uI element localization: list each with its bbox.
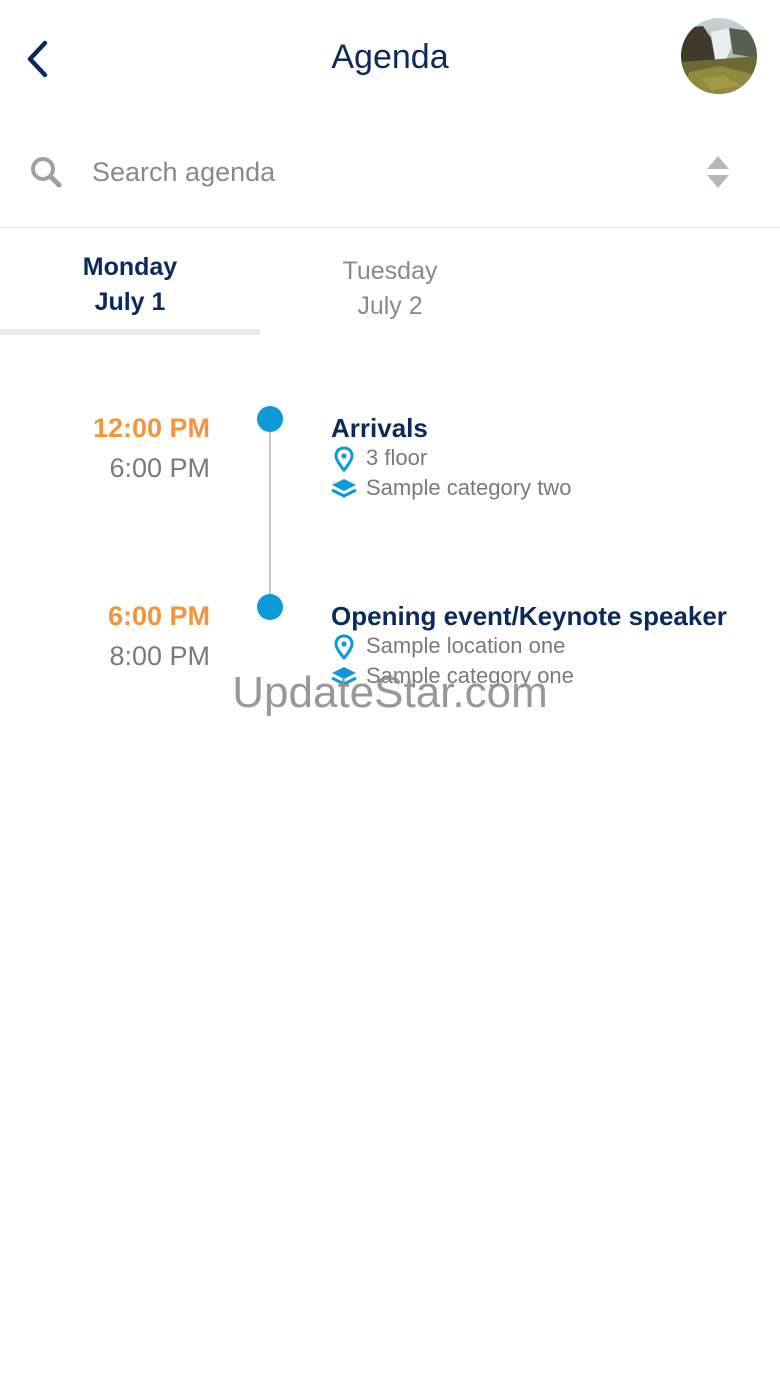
- day-tabs: Monday July 1 Tuesday July 2: [0, 228, 780, 338]
- search-bar: [0, 128, 780, 228]
- timeline-dot: [257, 594, 283, 620]
- tab-monday[interactable]: Monday July 1: [0, 228, 260, 336]
- tab-date-label: July 1: [94, 288, 166, 316]
- tab-day-label: Monday: [82, 253, 178, 281]
- start-time: 12:00 PM: [92, 413, 210, 443]
- avatar-image: [681, 18, 757, 94]
- watermark: UpdateStar.com: [232, 668, 548, 717]
- tab-day-label: Tuesday: [342, 257, 438, 285]
- header: Agenda: [0, 0, 780, 120]
- layers-icon: [331, 479, 357, 498]
- search-icon: [31, 157, 62, 188]
- agenda-item-arrivals[interactable]: 12:00 PM 6:00 PM Arrivals 3 floor Sample…: [0, 406, 780, 553]
- agenda-screen: Agenda Search agenda Monday July 1 Tuesd…: [0, 0, 780, 1387]
- avatar[interactable]: [681, 18, 757, 94]
- tab-tuesday[interactable]: Tuesday July 2: [260, 228, 520, 336]
- search-input[interactable]: [92, 148, 652, 196]
- active-tab-indicator: [0, 329, 260, 335]
- timeline-dot: [257, 406, 283, 432]
- event-title: Arrivals: [331, 413, 428, 443]
- start-time: 6:00 PM: [107, 601, 210, 631]
- location-pin-icon: [334, 634, 354, 660]
- sort-icon[interactable]: [702, 152, 734, 192]
- category-text: Sample category two: [366, 475, 572, 500]
- location-text: 3 floor: [366, 445, 428, 470]
- location-pin-icon: [334, 446, 354, 472]
- page-title: Agenda: [331, 38, 449, 76]
- event-title: Opening event/Keynote speaker: [331, 601, 727, 631]
- tab-date-label: July 2: [357, 292, 423, 320]
- location-text: Sample location one: [366, 633, 566, 658]
- end-time: 6:00 PM: [109, 453, 210, 483]
